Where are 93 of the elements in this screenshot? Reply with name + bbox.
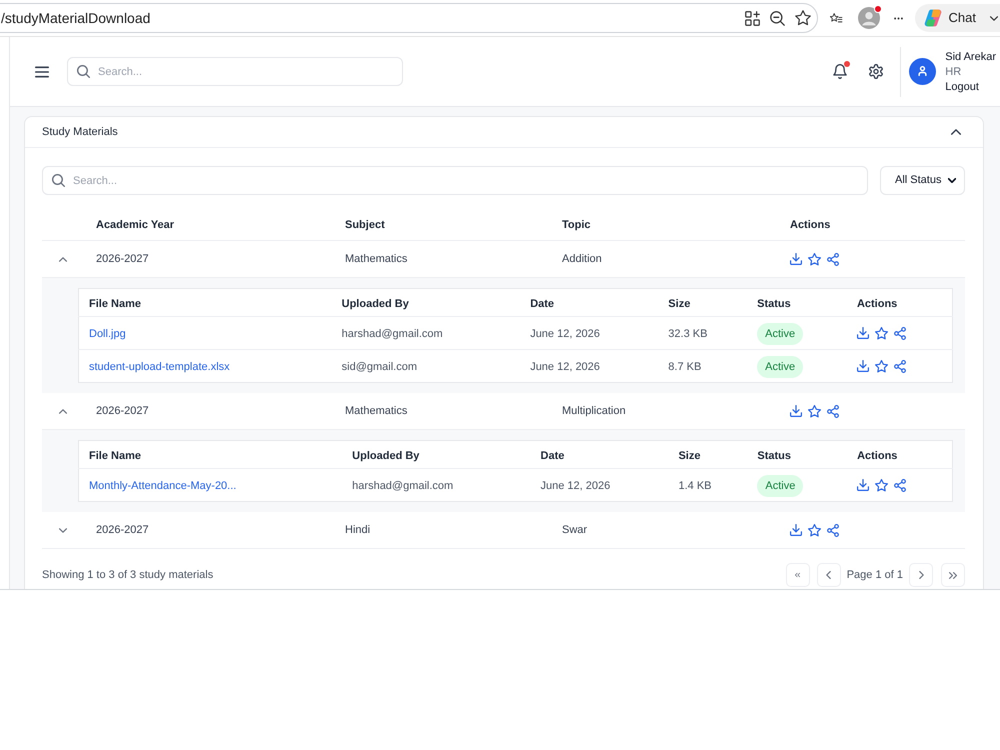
notification-bell-icon[interactable] xyxy=(833,64,848,79)
star-icon[interactable] xyxy=(874,326,888,340)
file-link[interactable]: Doll.jpg xyxy=(89,328,126,340)
more-options-icon[interactable] xyxy=(894,16,903,20)
column-header: Actions xyxy=(856,298,898,310)
subject-cell-text: Mathematics xyxy=(345,252,408,267)
apps-add-icon[interactable] xyxy=(745,10,760,26)
uploaded-by-cell: harshad@gmail.com xyxy=(342,328,443,340)
star-icon[interactable] xyxy=(875,478,888,492)
column-header: Size xyxy=(668,298,690,310)
column-header: Topic xyxy=(562,218,591,234)
user-name: Sid Arekar xyxy=(945,50,996,64)
column-header: Date xyxy=(540,450,564,462)
column-header: Size xyxy=(678,450,700,462)
settings-icon[interactable] xyxy=(869,64,884,79)
search-field[interactable]: Search... xyxy=(42,166,868,195)
star-icon[interactable] xyxy=(808,524,821,536)
avatar-icon[interactable] xyxy=(909,58,936,85)
user-role: HR xyxy=(945,64,962,78)
status-badge: Active xyxy=(757,474,804,498)
status-badge: Active xyxy=(757,356,804,378)
chevron-left-icon xyxy=(826,571,832,579)
star-icon[interactable] xyxy=(874,360,888,372)
uploaded-by-cell: sid@gmail.com xyxy=(342,361,417,373)
share-icon[interactable] xyxy=(894,360,906,372)
status-filter-dropdown[interactable]: All Status xyxy=(880,166,965,195)
chevron-down-icon xyxy=(948,178,956,183)
last-page-button[interactable] xyxy=(941,563,965,587)
download-icon[interactable] xyxy=(857,479,870,491)
topic-cell-text: Swar xyxy=(562,522,588,538)
topic-cell-text: Multiplication xyxy=(562,404,626,419)
column-header: Date xyxy=(530,298,554,310)
download-icon[interactable] xyxy=(856,327,869,339)
academic-year-cell-text: 2026-2027 xyxy=(96,252,149,267)
zoom-out-icon[interactable] xyxy=(770,10,785,26)
chevron-right-icon xyxy=(918,571,924,579)
favorite-star-icon[interactable] xyxy=(795,10,811,26)
file-link[interactable]: student-upload-template.xlsx xyxy=(89,361,230,373)
address-bar[interactable]: /studyMaterialDownload xyxy=(0,3,818,33)
download-icon[interactable] xyxy=(790,405,802,417)
column-header: Uploaded By xyxy=(342,298,409,310)
column-header: Subject xyxy=(345,218,385,234)
download-icon[interactable] xyxy=(790,524,802,536)
double-chevron-right-icon xyxy=(949,572,957,578)
size-cell: 1.4 KB xyxy=(678,480,712,492)
page-indicator: Page 1 of 1 xyxy=(846,568,903,583)
uploaded-by-cell: harshad@gmail.com xyxy=(352,480,454,492)
column-header: Actions xyxy=(857,450,898,462)
search-icon xyxy=(77,65,90,78)
column-header: File Name xyxy=(89,298,141,310)
column-header: Actions xyxy=(790,218,830,234)
column-header: File Name xyxy=(89,450,141,462)
logout-link[interactable]: Logout xyxy=(945,80,996,94)
share-icon[interactable] xyxy=(827,524,839,536)
results-summary: Showing 1 to 3 of 3 study materials xyxy=(42,568,214,583)
date-cell: June 12, 2026 xyxy=(530,361,600,373)
status-badge: Active xyxy=(757,322,804,346)
share-icon[interactable] xyxy=(894,326,906,340)
date-cell: June 12, 2026 xyxy=(540,480,610,492)
date-cell: June 12, 2026 xyxy=(530,328,600,340)
chevron-up-icon[interactable] xyxy=(59,256,67,262)
chevron-down-icon[interactable] xyxy=(59,528,67,532)
column-header: Academic Year xyxy=(96,218,174,234)
subject-cell-text: Hindi xyxy=(345,522,370,538)
search-field[interactable]: Search... xyxy=(67,57,403,86)
search-icon xyxy=(52,174,65,187)
academic-year-cell-text: 2026-2027 xyxy=(96,522,149,538)
copilot-logo-icon xyxy=(922,8,943,28)
share-icon[interactable] xyxy=(827,404,839,418)
column-header: Status xyxy=(757,298,791,310)
double-chevron-left-icon xyxy=(795,571,800,579)
size-cell: 8.7 KB xyxy=(668,361,702,373)
column-header: Status xyxy=(757,450,791,462)
size-cell: 32.3 KB xyxy=(668,328,708,340)
copilot-chat-button[interactable]: Chat xyxy=(914,4,1000,32)
star-icon[interactable] xyxy=(808,404,821,418)
share-icon[interactable] xyxy=(894,478,906,492)
download-icon[interactable] xyxy=(790,253,802,265)
download-icon[interactable] xyxy=(856,360,869,372)
subject-cell-text: Mathematics xyxy=(345,404,408,419)
academic-year-cell-text: 2026-2027 xyxy=(96,404,149,419)
chevron-down-icon xyxy=(990,16,998,20)
menu-icon[interactable] xyxy=(35,66,49,78)
profile-avatar-icon[interactable] xyxy=(858,7,880,29)
chevron-up-icon[interactable] xyxy=(951,129,961,135)
card-title: Study Materials xyxy=(42,124,118,140)
url-text: /studyMaterialDownload xyxy=(1,8,150,28)
share-icon[interactable] xyxy=(827,252,839,266)
star-icon[interactable] xyxy=(808,252,821,266)
file-link[interactable]: Monthly-Attendance-May-20... xyxy=(89,480,236,492)
chevron-up-icon[interactable] xyxy=(59,408,67,414)
column-header: Uploaded By xyxy=(352,450,420,462)
topic-cell-text: Addition xyxy=(562,252,602,267)
